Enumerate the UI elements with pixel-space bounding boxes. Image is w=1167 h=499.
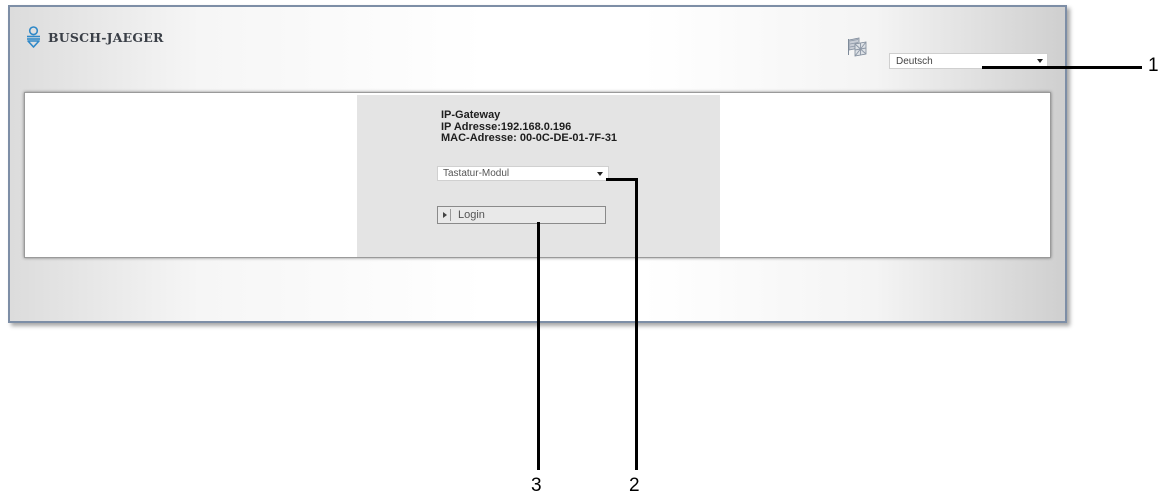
callout-line-1 (982, 66, 1142, 69)
chevron-down-icon[interactable] (1037, 59, 1043, 63)
play-arrow-icon (440, 209, 451, 221)
device-info: IP-Gateway IP Adresse:192.168.0.196 MAC-… (441, 109, 618, 145)
brand-logo: BUSCH-JAEGER (26, 26, 164, 48)
callout-line-2 (606, 178, 638, 181)
callout-line-3 (537, 222, 540, 470)
flags-icon (848, 37, 867, 57)
brand-name: BUSCH-JAEGER (48, 29, 164, 45)
module-select[interactable]: Tastatur-Modul (437, 166, 609, 181)
device-title: IP-Gateway (441, 109, 501, 121)
login-button[interactable]: Login (437, 206, 606, 224)
module-select-value: Tastatur-Modul (443, 168, 510, 179)
callout-number-2: 2 (629, 475, 640, 496)
callout-line-2-vertical (635, 178, 638, 470)
language-select-value: Deutsch (896, 56, 933, 67)
busch-jaeger-logo-icon (27, 26, 40, 48)
chevron-down-icon[interactable] (597, 172, 603, 176)
callout-number-1: 1 (1148, 55, 1159, 76)
mac-address: MAC-Adresse: 00-0C-DE-01-7F-31 (441, 132, 618, 144)
callout-number-3: 3 (531, 475, 542, 496)
login-button-label: Login (458, 209, 485, 221)
